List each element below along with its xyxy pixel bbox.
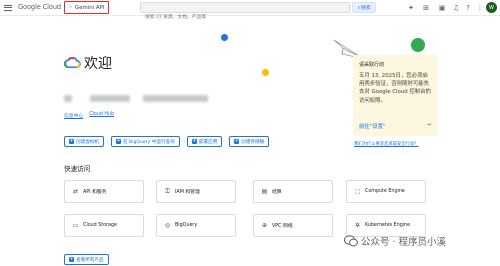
redacted-block — [143, 95, 208, 102]
notice-title: 请采取行动 — [359, 62, 385, 68]
more-button-label: 查看所有产品 — [76, 257, 104, 263]
tile-label: Cloud Storage — [83, 223, 117, 228]
gift-icon[interactable]: ⊞ — [421, 3, 431, 13]
deploy-app-button[interactable]: + 部署应用 — [186, 136, 223, 147]
api-icon: ⇄ — [72, 187, 79, 195]
search-button[interactable]: ⌕ 搜索 — [352, 2, 376, 13]
action-buttons: + 创建虚拟机 + 在 BigQuery 中运行查询 + 部署应用 + 创建存储… — [64, 136, 270, 147]
cloud-hub-link[interactable]: Cloud Hub — [89, 112, 114, 119]
add-icon: + — [69, 256, 74, 262]
tile-iam-admin[interactable]: ⚿ IAM 和管理 — [156, 180, 236, 203]
project-label: Gemini API — [75, 4, 105, 11]
welcome-heading: 欢迎 — [64, 53, 112, 73]
gemini-sparkle-icon[interactable]: ✦ — [406, 3, 416, 13]
decorative-green-dot — [411, 38, 425, 52]
watermark-text: 公众号 · 程序员小溪 — [361, 237, 447, 248]
top-bar: Google Cloud ⁘ Gemini API ⌕ 搜索 ✦ ⊞ ▣ ♫ ?… — [0, 0, 500, 22]
tile-label: BigQuery — [175, 223, 198, 228]
view-all-products-button[interactable]: + 查看所有产品 — [64, 254, 109, 265]
search-button-label: 搜索 — [361, 6, 371, 11]
search-input[interactable] — [141, 13, 349, 22]
create-vm-button[interactable]: + 创建虚拟机 — [64, 136, 104, 147]
go-to-settings-link[interactable]: 前往"设置" → — [359, 122, 431, 130]
tile-label: IAM 和管理 — [175, 190, 200, 195]
compute-engine-icon: ⬚ — [354, 187, 361, 195]
search-icon: ⌕ — [357, 5, 361, 11]
run-bigquery-button[interactable]: + 在 BigQuery 中运行查询 — [110, 136, 180, 147]
tile-bigquery[interactable]: ◎ BigQuery — [156, 214, 236, 237]
bigquery-icon: ◎ — [164, 221, 171, 229]
dashboard-link[interactable]: 信息中心 — [64, 112, 83, 119]
tile-label: 结算 — [272, 190, 282, 195]
project-picker-button[interactable]: ⁘ Gemini API — [64, 1, 109, 14]
watermark: 公众号 · 程序员小溪 — [344, 234, 446, 248]
page-title: 欢迎 — [84, 56, 112, 72]
action-label: 创建存储桶 — [241, 139, 265, 145]
quick-access-title: 快速访问 — [64, 165, 91, 173]
tile-billing[interactable]: ▤ 结算 — [253, 180, 333, 203]
more-options-icon[interactable]: ⋮ — [475, 3, 485, 13]
avatar[interactable]: W — [486, 2, 497, 13]
add-icon: + — [191, 138, 197, 144]
wechat-icon — [344, 235, 358, 247]
billing-icon: ▤ — [261, 187, 268, 195]
tile-api-services[interactable]: ⇄ API 和服务 — [64, 180, 144, 203]
terminal-icon[interactable]: ▣ — [437, 3, 447, 13]
add-icon: + — [115, 138, 121, 144]
tile-cloud-storage[interactable]: ▭ Cloud Storage — [64, 214, 144, 237]
redacted-block — [90, 95, 130, 102]
tile-label: Kubernetes Engine — [365, 223, 411, 228]
cloud-storage-icon: ▭ — [72, 221, 79, 229]
help-icon[interactable]: ? — [463, 3, 473, 13]
why-security-link[interactable]: 我们为什么要求您采取安全行动？ — [354, 141, 418, 147]
quick-links: 信息中心 Cloud Hub — [64, 112, 114, 119]
decorative-yellow-dot — [262, 69, 269, 76]
tile-vpc-network[interactable]: ⊕ VPC 网络 — [253, 214, 333, 237]
logo-text: Google Cloud — [18, 3, 61, 11]
tile-label: Compute Engine — [365, 189, 405, 194]
tile-label: VPC 网络 — [272, 224, 293, 229]
project-icon: ⁘ — [68, 3, 74, 11]
redacted-block — [64, 95, 72, 102]
security-notice-card: 请采取行动 五月 13, 2025日，您必须启用两步验证，否则随时可能失去对 G… — [353, 55, 438, 136]
kubernetes-engine-icon: ✲ — [354, 221, 361, 229]
notifications-icon[interactable]: ♫ — [451, 3, 461, 13]
action-label: 部署应用 — [198, 139, 218, 145]
google-cloud-logo[interactable]: Google Cloud — [18, 3, 61, 11]
add-icon: + — [234, 138, 240, 144]
search-box[interactable] — [140, 2, 350, 22]
create-bucket-button[interactable]: + 创建存储桶 — [229, 136, 270, 147]
action-label: 在 BigQuery 中运行查询 — [122, 139, 175, 145]
decorative-blue-dot — [221, 34, 228, 41]
arrow-right-icon: → — [426, 122, 431, 128]
google-cloud-icon — [64, 57, 81, 69]
tile-compute-engine[interactable]: ⬚ Compute Engine — [346, 180, 426, 203]
action-label: 创建虚拟机 — [76, 139, 99, 145]
add-icon: + — [69, 138, 74, 144]
iam-icon: ⚿ — [165, 187, 170, 195]
tile-label: API 和服务 — [83, 190, 107, 195]
cta-label: 前往"设置" — [359, 124, 386, 130]
notice-body: 五月 13, 2025日，您必须启用两步验证，否则随时可能失去对 Google … — [359, 73, 431, 104]
menu-icon[interactable] — [4, 3, 12, 12]
vpc-network-icon: ⊕ — [261, 221, 268, 229]
